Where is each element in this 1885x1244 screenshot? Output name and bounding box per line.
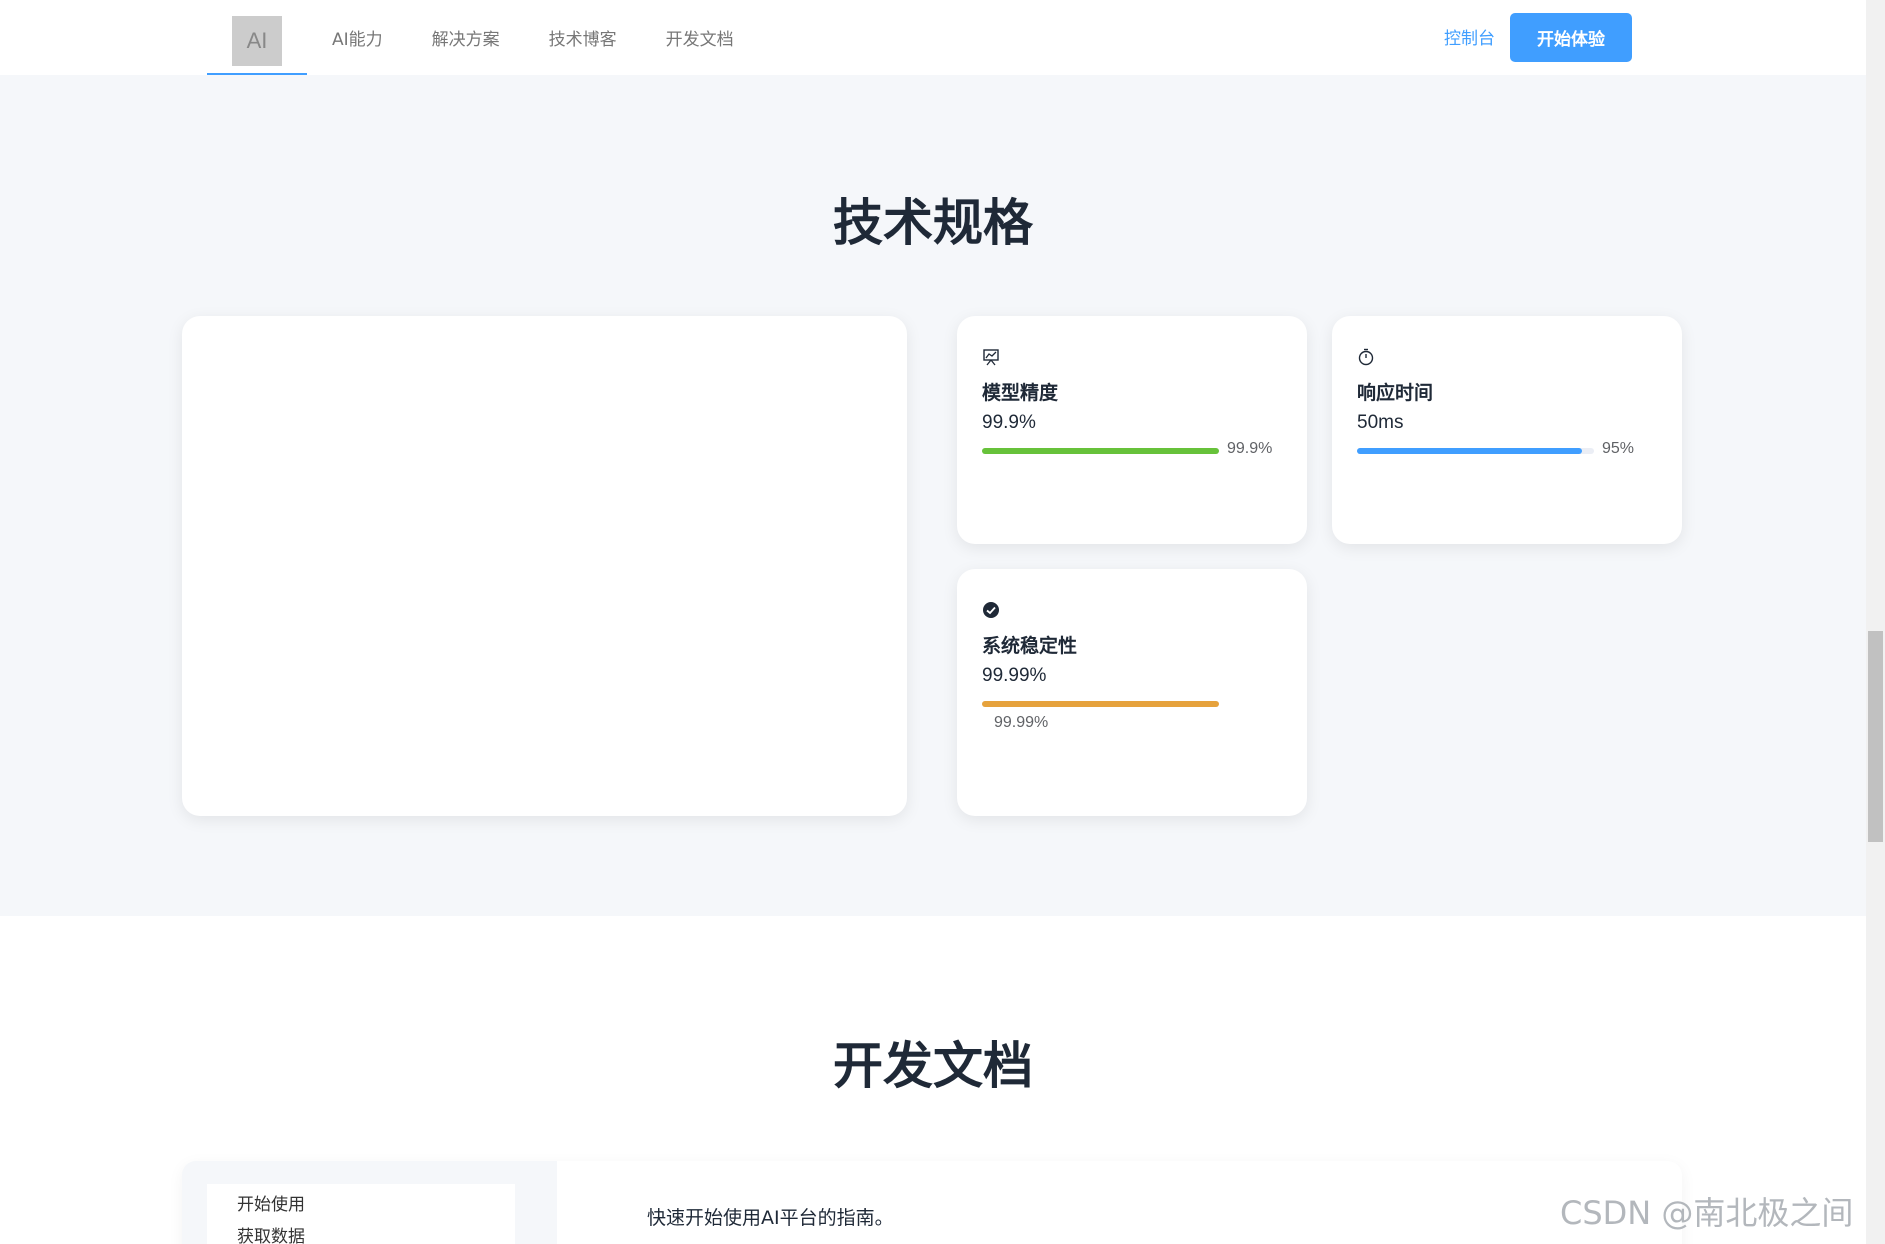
spec-card-accuracy: 模型精度 99.9% 99.9% [957, 316, 1307, 544]
scrollbar-thumb[interactable] [1868, 631, 1883, 842]
section-title-docs: 开发文档 [833, 1037, 1033, 1095]
spec-value: 99.99% [982, 665, 1047, 686]
progress-bar [982, 448, 1219, 454]
nav-item-ai-capabilities[interactable]: AI能力 [332, 25, 383, 50]
tech-specs-section: 技术规格 模型精度 99.9% 99.9% 响应时间 50ms 95% 系统稳定… [0, 75, 1866, 916]
presentation-chart-icon [983, 349, 999, 366]
progress-bar [982, 701, 1219, 707]
page-scrollbar[interactable] [1866, 0, 1885, 1244]
start-experience-button[interactable]: 开始体验 [1510, 13, 1632, 62]
check-circle-icon [983, 602, 999, 618]
nav-item-dev-docs[interactable]: 开发文档 [666, 25, 734, 50]
progress-fill [982, 448, 1219, 454]
top-nav-bar: AI AI能力 解决方案 技术博客 开发文档 控制台 开始体验 [0, 0, 1866, 75]
nav-item-solutions[interactable]: 解决方案 [432, 25, 500, 50]
spec-label: 响应时间 [1357, 382, 1434, 404]
spec-value: 99.9% [982, 412, 1036, 433]
docs-content: 快速开始使用AI平台的指南。 [557, 1161, 1682, 1244]
logo-tab[interactable]: AI [207, 0, 307, 75]
logo[interactable]: AI [232, 16, 282, 66]
spec-label: 系统稳定性 [982, 635, 1078, 657]
docs-sidebar-item-getting-started[interactable]: 开始使用 [237, 1190, 305, 1215]
docs-sidebar: 开始使用 获取数据 [207, 1184, 515, 1244]
docs-intro-text: 快速开始使用AI平台的指南。 [647, 1207, 894, 1229]
progress-fill [1357, 448, 1583, 454]
progress-text: 99.99% [994, 714, 1049, 731]
spec-visual-card [182, 316, 907, 816]
console-link[interactable]: 控制台 [1444, 24, 1495, 49]
stopwatch-icon [1358, 348, 1374, 366]
spec-value: 50ms [1357, 412, 1404, 433]
progress-text: 99.9% [1227, 440, 1273, 457]
progress-text: 95% [1602, 440, 1635, 457]
section-title-specs: 技术规格 [833, 194, 1033, 252]
nav-item-tech-blog[interactable]: 技术博客 [549, 25, 617, 50]
spec-card-stability: 系统稳定性 99.99% 99.99% [957, 569, 1307, 816]
docs-sidebar-item-get-data[interactable]: 获取数据 [237, 1222, 305, 1244]
docs-panel: 开始使用 获取数据 快速开始使用AI平台的指南。 [182, 1161, 1682, 1244]
main-nav: AI能力 解决方案 技术博客 开发文档 [332, 0, 783, 75]
spec-card-response-time: 响应时间 50ms 95% [1332, 316, 1682, 544]
progress-fill [982, 701, 1219, 707]
watermark: CSDN @南北极之间 [1560, 1194, 1854, 1232]
progress-bar [1357, 448, 1594, 454]
spec-label: 模型精度 [982, 382, 1059, 404]
